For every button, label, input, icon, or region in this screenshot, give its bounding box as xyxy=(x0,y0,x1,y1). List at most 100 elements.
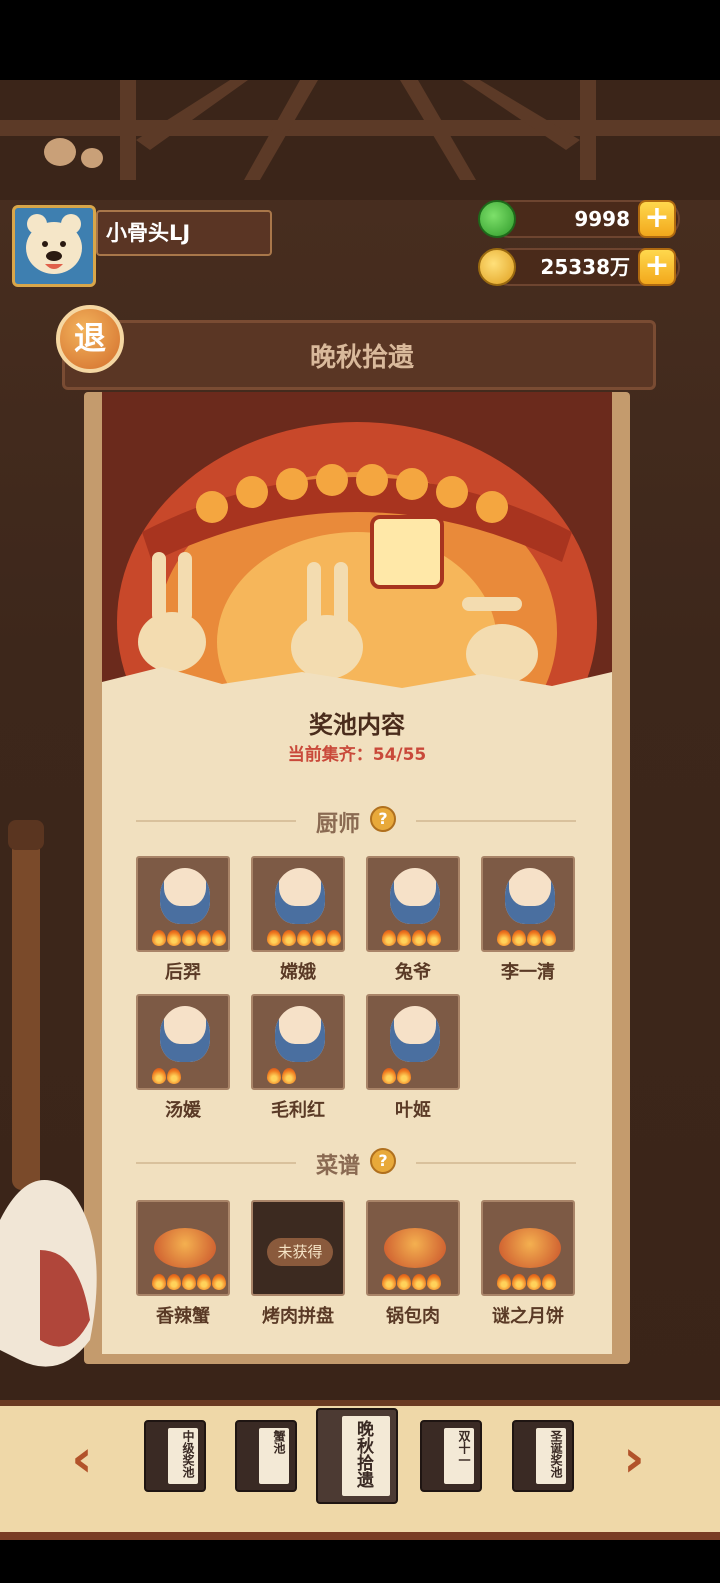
flame-star-icon xyxy=(512,1274,526,1290)
flame-star-icon xyxy=(397,1274,411,1290)
flame-star-icon xyxy=(412,930,426,946)
add-jade-button[interactable]: + xyxy=(638,200,676,238)
flame-star-icon xyxy=(267,1068,281,1084)
recipe-card[interactable]: 谜之月饼 xyxy=(481,1200,577,1330)
chef-name: 李一清 xyxy=(501,962,555,983)
prev-pool-arrow[interactable]: ‹ xyxy=(62,1433,102,1488)
player-avatar[interactable] xyxy=(12,205,96,287)
recipe-card[interactable]: 未获得 烤肉拼盘 xyxy=(251,1200,347,1330)
prize-pool-panel[interactable]: 奖池内容 当前集齐：54/55 厨师 ? 后羿 嫦娥 兔爷 李一清汤媛 毛利红 叶姬 菜谱… xyxy=(102,392,612,1354)
flame-star-icon xyxy=(182,930,196,946)
flame-star-icon xyxy=(397,1068,411,1084)
jade-value: 9998 xyxy=(574,207,630,231)
chef-name: 嫦娥 xyxy=(280,962,316,983)
chef-card[interactable]: 毛利红 xyxy=(251,994,347,1124)
flame-star-icon xyxy=(152,1274,166,1290)
flame-star-icon xyxy=(167,1068,181,1084)
chef-card[interactable]: 兔爷 xyxy=(366,856,462,986)
chef-card[interactable]: 叶姬 xyxy=(366,994,462,1124)
chef-portrait xyxy=(366,856,460,952)
flame-star-icon xyxy=(412,1274,426,1290)
exit-button[interactable]: 退 xyxy=(56,305,124,373)
chef-section-label: 厨师 xyxy=(316,812,361,837)
pool-title: 奖池内容 xyxy=(309,711,405,739)
divider-line xyxy=(416,1162,576,1164)
flame-star-icon xyxy=(327,930,341,946)
pool-tab-label: 蟹池 xyxy=(272,1430,286,1454)
chef-name: 叶姬 xyxy=(395,1100,431,1121)
flame-star-icon xyxy=(527,1274,541,1290)
recipe-help-button[interactable]: ? xyxy=(370,1148,396,1174)
recipe-portrait xyxy=(366,1200,460,1296)
flame-star-icon xyxy=(427,1274,441,1290)
recipe-card[interactable]: 香辣蟹 xyxy=(136,1200,232,1330)
add-coin-button[interactable]: + xyxy=(638,248,676,286)
flame-star-icon xyxy=(267,930,281,946)
player-name: 小骨头LJ xyxy=(96,210,272,256)
coin-currency: 25338万 + xyxy=(478,248,680,286)
recipe-name: 谜之月饼 xyxy=(492,1306,564,1327)
flame-star-icon xyxy=(542,1274,556,1290)
chef-card[interactable]: 李一清 xyxy=(481,856,577,986)
flame-star-icon xyxy=(427,930,441,946)
dish-icon xyxy=(154,1228,216,1268)
recipe-name: 香辣蟹 xyxy=(156,1306,210,1327)
flame-star-icon xyxy=(167,930,181,946)
divider-line xyxy=(416,820,576,822)
flame-star-icon xyxy=(282,930,296,946)
rarity-stars xyxy=(497,1274,556,1290)
chef-portrait-icon xyxy=(275,1006,325,1062)
chef-portrait xyxy=(251,994,345,1090)
festival-banner-illustration xyxy=(102,392,612,692)
brush-decoration xyxy=(0,820,97,1367)
flame-star-icon xyxy=(297,930,311,946)
status-bar xyxy=(0,0,720,80)
flame-star-icon xyxy=(497,930,511,946)
coin-icon xyxy=(478,248,516,286)
pool-tab-3[interactable]: 双十一 xyxy=(420,1420,482,1492)
flame-star-icon xyxy=(312,930,326,946)
recipe-card[interactable]: 锅包肉 xyxy=(366,1200,462,1330)
chef-name: 兔爷 xyxy=(395,962,431,983)
navigation-bar xyxy=(0,1540,720,1583)
pool-tab-4[interactable]: 圣诞奖池 xyxy=(512,1420,574,1492)
flame-star-icon xyxy=(212,1274,226,1290)
recipe-section-label: 菜谱 xyxy=(316,1154,361,1179)
pool-tab-2[interactable]: 晚秋拾遗 xyxy=(316,1408,398,1504)
divider-line xyxy=(136,820,296,822)
flame-star-icon xyxy=(152,1068,166,1084)
flame-star-icon xyxy=(182,1274,196,1290)
chef-portrait xyxy=(366,994,460,1090)
recipe-portrait: 未获得 xyxy=(251,1200,345,1296)
recipe-name: 烤肉拼盘 xyxy=(262,1306,334,1327)
chef-help-button[interactable]: ? xyxy=(370,806,396,832)
chef-portrait-icon xyxy=(160,1006,210,1062)
rarity-stars xyxy=(382,1068,411,1084)
flame-star-icon xyxy=(152,930,166,946)
chef-card[interactable]: 汤媛 xyxy=(136,994,232,1124)
chef-section-header: 厨师 ? xyxy=(102,806,612,837)
recipe-portrait xyxy=(481,1200,575,1296)
flame-star-icon xyxy=(512,930,526,946)
rarity-stars xyxy=(382,1274,441,1290)
pool-tab-0[interactable]: 中级奖池 xyxy=(144,1420,206,1492)
collection-progress: 当前集齐：54/55 xyxy=(287,745,427,765)
next-pool-arrow[interactable]: › xyxy=(614,1433,654,1488)
recipe-portrait xyxy=(136,1200,230,1296)
chef-card[interactable]: 嫦娥 xyxy=(251,856,347,986)
rarity-stars xyxy=(152,930,226,946)
flame-star-icon xyxy=(382,1068,396,1084)
flame-star-icon xyxy=(197,930,211,946)
flame-star-icon xyxy=(382,930,396,946)
chef-card[interactable]: 后羿 xyxy=(136,856,232,986)
chef-name: 汤媛 xyxy=(165,1100,201,1121)
chef-portrait-icon xyxy=(390,868,440,924)
pool-tab-label: 晚秋拾遗 xyxy=(353,1420,373,1488)
chef-portrait-icon xyxy=(390,1006,440,1062)
pool-tab-1[interactable]: 蟹池 xyxy=(235,1420,297,1492)
title-bar: 晚秋拾遗 xyxy=(62,320,656,390)
pool-tab-label: 双十一 xyxy=(457,1430,471,1466)
flame-star-icon xyxy=(197,1274,211,1290)
chef-portrait-icon xyxy=(275,868,325,924)
flame-star-icon xyxy=(212,930,226,946)
